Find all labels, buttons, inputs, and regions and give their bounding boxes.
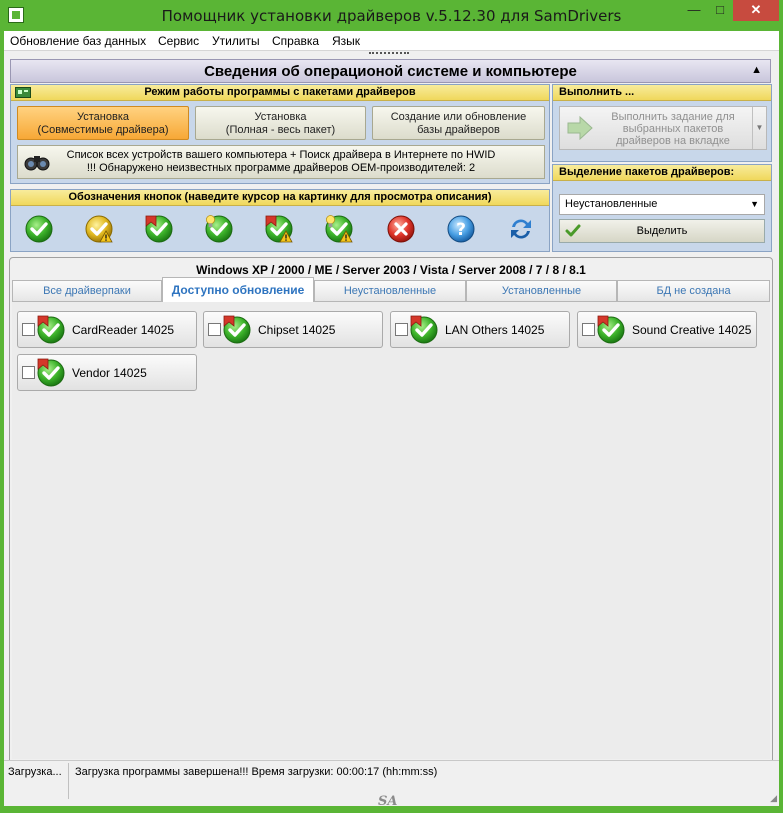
create-database-button[interactable]: Создание или обновление базы драйверов: [372, 106, 545, 140]
status-message: Загрузка программы завершена!!! Время за…: [75, 766, 438, 778]
window-title: Помощник установки драйверов v.5.12.30 д…: [161, 7, 622, 25]
check-icon: [565, 224, 581, 237]
install-full-line1: Установка: [254, 111, 307, 123]
check-icon[interactable]: [25, 215, 53, 243]
tab-db-not-created[interactable]: БД не создана: [617, 280, 770, 301]
status-bar: Загрузка... Загрузка программы завершена…: [4, 760, 779, 809]
chevron-down-icon: ▼: [750, 199, 759, 209]
supported-os-caption: Windows XP / 2000 / ME / Server 2003 / V…: [196, 263, 586, 277]
driver-checkbox[interactable]: [395, 323, 408, 336]
device-list-button[interactable]: Список всех устройств вашего компьютера …: [17, 145, 545, 179]
select-panel-header: Выделение пакетов драйверов:: [553, 165, 771, 181]
driver-item-vendor[interactable]: Vendor 14025: [17, 354, 197, 391]
execute-line2: выбранных пакетов: [622, 123, 724, 135]
tab-all-driverpacks[interactable]: Все драйверпаки: [12, 280, 162, 301]
install-full-button[interactable]: Установка (Полная - весь пакет): [195, 106, 366, 140]
status-loading: Загрузка...: [8, 766, 62, 778]
tab-update-available[interactable]: Доступно обновление: [162, 277, 314, 302]
menu-utilities[interactable]: Утилиты: [212, 34, 260, 48]
resize-grip-icon[interactable]: ◢: [770, 793, 777, 804]
title-bar: Помощник установки драйверов v.5.12.30 д…: [0, 0, 783, 31]
mode-panel-header: Режим работы программы с пакетами драйве…: [11, 85, 549, 101]
execute-line3: драйверов на вкладке: [616, 135, 730, 147]
package-filter-value: Неустановленные: [565, 198, 658, 210]
install-compatible-line1: Установка: [77, 111, 129, 123]
sa-logo: SA: [378, 794, 398, 809]
driver-checkbox[interactable]: [22, 323, 35, 336]
close-button[interactable]: ✕: [733, 0, 779, 21]
legend-panel-header: Обозначения кнопок (наведите курсор на к…: [11, 190, 549, 206]
help-icon[interactable]: ?: [447, 215, 475, 243]
device-list-line1: Список всех устройств вашего компьютера …: [66, 149, 496, 161]
driver-label: Sound Creative 14025: [632, 323, 752, 337]
refresh-icon[interactable]: [507, 215, 535, 243]
binoculars-icon: [24, 156, 50, 171]
main-client-area: Сведения об операционой системе и компью…: [4, 51, 779, 809]
driver-label: LAN Others 14025: [445, 323, 545, 337]
execute-task-button[interactable]: Выполнить задание для выбранных пакетов …: [559, 106, 767, 150]
driver-label: Vendor 14025: [72, 366, 147, 380]
legend-panel: Обозначения кнопок (наведите курсор на к…: [10, 189, 550, 252]
driver-checkbox[interactable]: [582, 323, 595, 336]
check-bookmark-icon: [597, 315, 625, 344]
driver-checkbox[interactable]: [208, 323, 221, 336]
check-bookmark-icon: [410, 315, 438, 344]
execute-dropdown-icon[interactable]: ▼: [752, 107, 766, 149]
create-database-line1: Создание или обновление: [390, 111, 527, 123]
error-x-icon[interactable]: [387, 215, 415, 243]
check-bulb-icon[interactable]: [205, 215, 233, 243]
install-compatible-line2: (Совместимые драйвера): [37, 124, 169, 136]
maximize-button[interactable]: □: [707, 0, 733, 21]
tab-content-panel: CardReader 14025 Chipset 14025 LAN Other…: [12, 301, 770, 759]
execute-panel-header: Выполнить ...: [553, 85, 771, 101]
select-panel: Выделение пакетов драйверов: Неустановле…: [552, 164, 772, 252]
mode-panel: Режим работы программы с пакетами драйве…: [10, 84, 550, 184]
package-filter-select[interactable]: Неустановленные ▼: [559, 194, 765, 215]
menu-language[interactable]: Язык: [332, 34, 360, 48]
driver-label: Chipset 14025: [258, 323, 336, 337]
highlight-button[interactable]: Выделить: [559, 219, 765, 243]
check-bookmark-icon: [37, 358, 65, 387]
driver-checkbox[interactable]: [22, 366, 35, 379]
os-info-title: Сведения об операционой системе и компью…: [204, 63, 577, 80]
driver-item-chipset[interactable]: Chipset 14025: [203, 311, 383, 348]
check-bulb-warning-icon[interactable]: [325, 215, 353, 243]
os-info-header[interactable]: Сведения об операционой системе и компью…: [10, 59, 771, 83]
driver-label: CardReader 14025: [72, 323, 175, 337]
arrow-right-icon: [567, 115, 593, 141]
check-bookmark-icon: [223, 315, 251, 344]
check-warning-yellow-icon[interactable]: [85, 215, 113, 243]
create-database-line2: базы драйверов: [417, 124, 500, 136]
minimize-button[interactable]: —: [681, 0, 707, 21]
mode-panel-title: Режим работы программы с пакетами драйве…: [144, 86, 416, 98]
execute-line1: Выполнить задание для: [611, 111, 735, 123]
status-divider: [68, 763, 69, 799]
highlight-button-label: Выделить: [636, 225, 688, 237]
menu-update-databases[interactable]: Обновление баз данных: [10, 34, 146, 48]
board-icon: [15, 87, 31, 98]
install-compatible-button[interactable]: Установка (Совместимые драйвера): [17, 106, 189, 140]
driver-item-sound-creative[interactable]: Sound Creative 14025: [577, 311, 757, 348]
check-bookmark-warning-icon[interactable]: [265, 215, 293, 243]
driver-tabs-frame: Windows XP / 2000 / ME / Server 2003 / V…: [9, 257, 773, 761]
menu-help[interactable]: Справка: [272, 34, 319, 48]
splitter-grip[interactable]: [369, 52, 409, 57]
tab-not-installed[interactable]: Неустановленные: [314, 280, 466, 301]
execute-panel: Выполнить ... Выполнить задание для выбр…: [552, 84, 772, 162]
svg-text:?: ?: [456, 220, 466, 240]
driver-item-lan-others[interactable]: LAN Others 14025: [390, 311, 570, 348]
collapse-arrow-icon[interactable]: ▲: [751, 64, 762, 76]
check-bookmark-icon: [37, 315, 65, 344]
menu-service[interactable]: Сервис: [158, 34, 199, 48]
install-full-line2: (Полная - весь пакет): [225, 124, 336, 136]
driver-item-cardreader[interactable]: CardReader 14025: [17, 311, 197, 348]
menu-bar: Обновление баз данных Сервис Утилиты Спр…: [4, 31, 779, 51]
device-list-line2: !!! Обнаружено неизвестных программе дра…: [86, 162, 476, 174]
tab-installed[interactable]: Установленные: [466, 280, 617, 301]
check-bookmark-icon[interactable]: [145, 215, 173, 243]
